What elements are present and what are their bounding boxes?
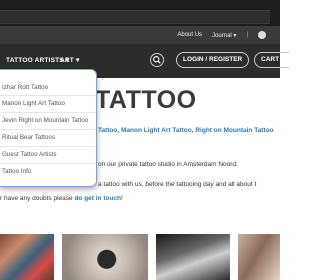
top-bar: About Us Journal ▾ | [0, 26, 280, 44]
get-in-touch-link[interactable]: do get in touch [74, 195, 121, 202]
tattoo-thumbnail-4[interactable] [238, 234, 280, 280]
nav-art[interactable]: ART ▾ [60, 56, 79, 64]
dropdown-item-jevin-right-on-mountain[interactable]: Jevin Right on Mountain Tattoo [2, 117, 88, 124]
tattoo-thumbnail-1[interactable] [0, 234, 54, 280]
dropdown-divider [0, 163, 96, 164]
url-bar[interactable] [0, 10, 270, 24]
booking-text: a tattoo with us, before the tattooing d… [98, 181, 257, 188]
journal-link[interactable]: Journal ▾ [212, 32, 236, 39]
dropdown-divider [0, 112, 96, 113]
dropdown-item-manon-light-art[interactable]: Manon Light Art Tattoo [2, 100, 65, 107]
dropdown-divider [0, 146, 96, 147]
page-title: TATTOO [95, 86, 197, 114]
cart-button[interactable]: CART / [254, 52, 289, 68]
studio-text: on our private tattoo studio in Amsterda… [98, 161, 238, 168]
top-bar-separator: | [246, 32, 248, 38]
artists-list-text: Tattoo, Manon Light Art Tattoo, Right on… [98, 127, 274, 134]
tattoo-thumbnail-2[interactable] [62, 234, 148, 280]
dropdown-divider [0, 95, 96, 96]
dropdown-item-izhar-rott[interactable]: Izhar Rott Tattoo [2, 84, 48, 91]
login-register-button[interactable]: LOGIN / REGISTER [176, 52, 250, 68]
user-icon[interactable] [258, 31, 266, 39]
dropdown-item-guest-artists[interactable]: Guest Tattoo Artists [2, 151, 56, 158]
about-us-link[interactable]: About Us [177, 32, 202, 38]
dropdown-divider [0, 129, 96, 130]
search-icon[interactable] [150, 53, 164, 67]
contact-text: r have any doubts please do get in touch… [0, 195, 123, 202]
dropdown-item-ritual-bear[interactable]: Ritual Bear Tattoos [2, 134, 55, 141]
dropdown-item-tattoo-info[interactable]: Tattoo Info [2, 168, 31, 175]
tattoo-thumbnail-3[interactable] [156, 234, 230, 280]
tattoo-artists-dropdown: Izhar Rott Tattoo Manon Light Art Tattoo… [0, 69, 97, 187]
